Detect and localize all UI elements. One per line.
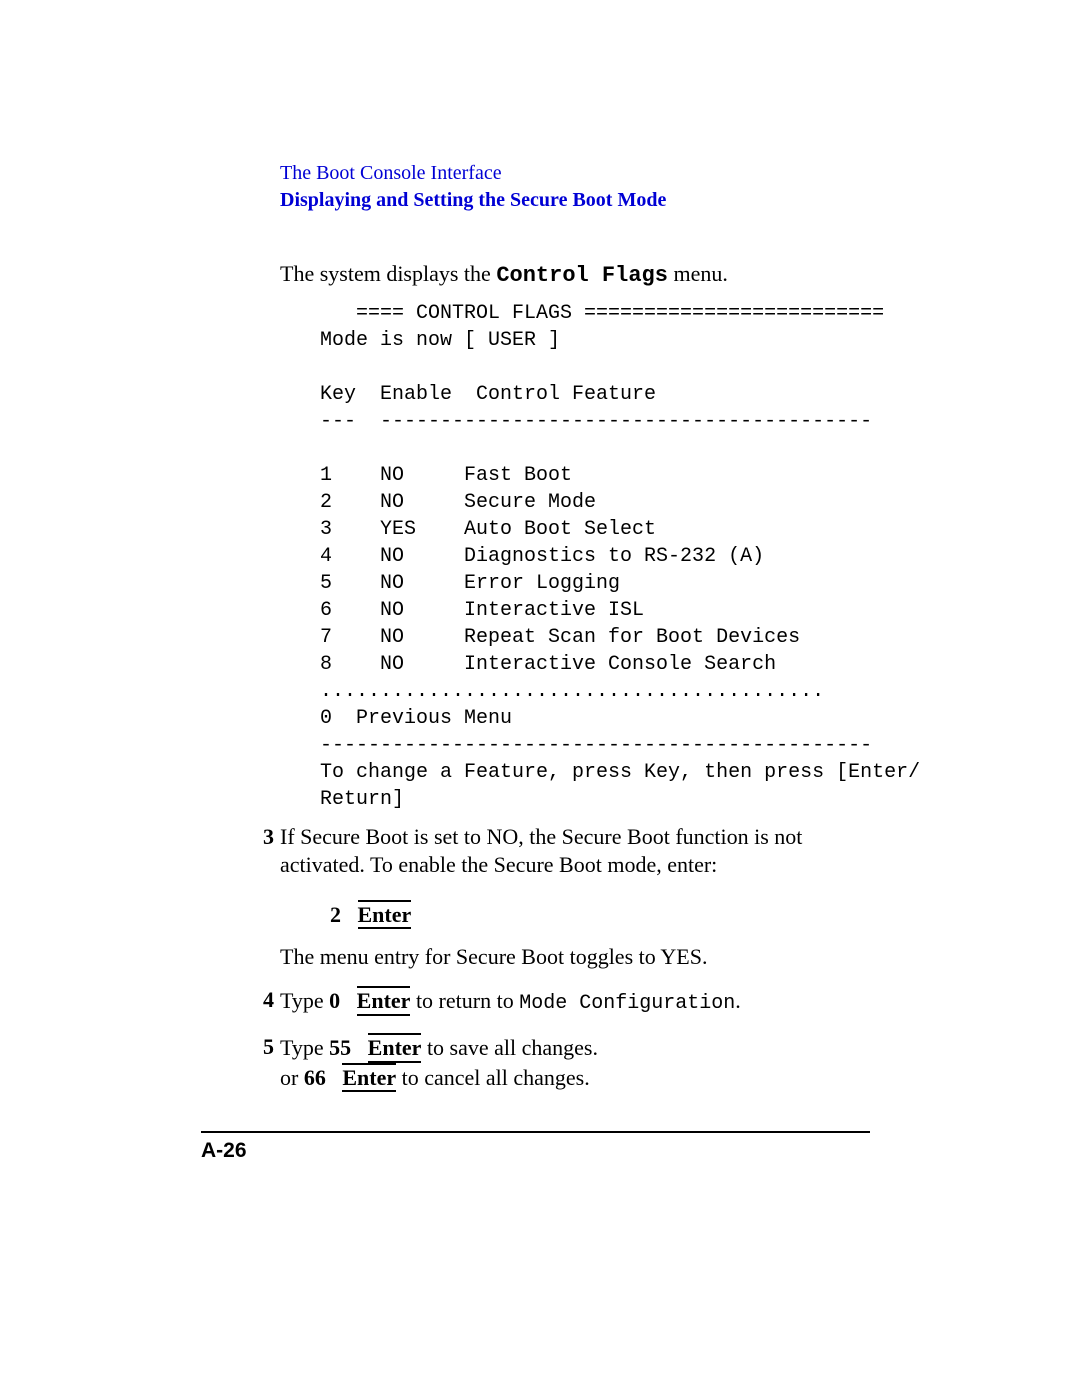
step-5-l1-post: to save all changes. bbox=[427, 1035, 598, 1060]
step-3-text: If Secure Boot is set to NO, the Secure … bbox=[280, 823, 870, 880]
step-3-command: 2 Enter bbox=[330, 900, 870, 929]
footer-rule bbox=[201, 1131, 870, 1133]
step-5-l2-code: 66 bbox=[304, 1065, 326, 1090]
console-output: ==== CONTROL FLAGS =====================… bbox=[320, 300, 870, 813]
step-4-mono: Mode Configuration bbox=[519, 992, 735, 1015]
step-5: 5 Type 55 Enter to save all changes. or … bbox=[280, 1033, 870, 1092]
step-4: 4 Type 0 Enter to return to Mode Configu… bbox=[280, 986, 870, 1017]
step-3-cmd-num: 2 bbox=[330, 902, 341, 927]
page-number: A-26 bbox=[201, 1139, 247, 1163]
enter-key: Enter bbox=[357, 986, 411, 1015]
chapter-title: The Boot Console Interface bbox=[280, 160, 870, 187]
body: The system displays the Control Flags me… bbox=[280, 260, 870, 1093]
step-5-l1-pre: Type bbox=[280, 1035, 329, 1060]
step-3-result: The menu entry for Secure Boot toggles t… bbox=[280, 943, 870, 971]
step-4-text: Type 0 Enter to return to Mode Configura… bbox=[280, 986, 870, 1017]
enter-key: Enter bbox=[342, 1063, 396, 1092]
step-5-l2-pre: or bbox=[280, 1065, 304, 1090]
step-5-l1-code: 55 bbox=[329, 1035, 351, 1060]
step-5-l2-post: to cancel all changes. bbox=[402, 1065, 590, 1090]
step-5-text: Type 55 Enter to save all changes. or 66… bbox=[280, 1033, 870, 1092]
step-3-number: 3 bbox=[250, 823, 274, 880]
step-4-pre: Type bbox=[280, 988, 329, 1013]
section-title: Displaying and Setting the Secure Boot M… bbox=[280, 189, 870, 212]
enter-key: Enter bbox=[358, 900, 412, 929]
enter-key: Enter bbox=[368, 1033, 422, 1062]
intro-code: Control Flags bbox=[496, 263, 668, 288]
step-3: 3 If Secure Boot is set to NO, the Secur… bbox=[280, 823, 870, 880]
intro-pre: The system displays the bbox=[280, 261, 496, 286]
step-4-end: . bbox=[735, 988, 741, 1013]
intro-post: menu. bbox=[668, 261, 728, 286]
document-page: The Boot Console Interface Displaying an… bbox=[0, 0, 1080, 1397]
step-5-number: 5 bbox=[250, 1033, 274, 1092]
intro-sentence: The system displays the Control Flags me… bbox=[280, 260, 870, 290]
step-4-number: 4 bbox=[250, 986, 274, 1017]
step-4-mid: to return to bbox=[416, 988, 519, 1013]
step-4-code-num: 0 bbox=[329, 988, 340, 1013]
